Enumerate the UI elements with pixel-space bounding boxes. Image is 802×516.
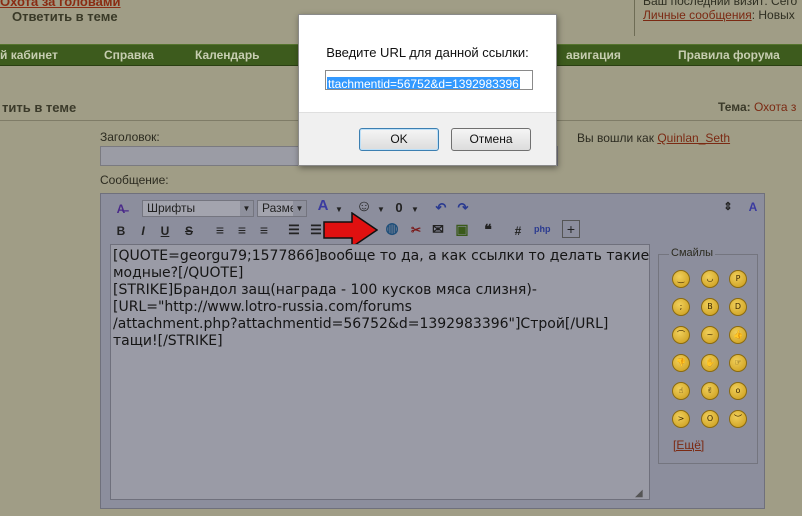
smilies-legend: Смайлы	[669, 247, 716, 259]
private-messages-link[interactable]: Личные сообщения	[643, 8, 752, 22]
expand-toolbar-icon[interactable]: +	[562, 220, 580, 238]
switch-mode-icon[interactable]: A	[744, 198, 762, 216]
resize-grip-icon[interactable]: ◢	[635, 485, 647, 499]
tongue-icon[interactable]: P	[729, 270, 747, 288]
forum-page: Охота за головами Ответить в теме Ваш по…	[0, 0, 802, 516]
cool-icon[interactable]: B	[701, 298, 719, 316]
url-input[interactable]: ttachmentid=56752&d=1392983396	[325, 70, 533, 90]
message-line: тащи![/STRIKE]	[113, 333, 223, 349]
confused-icon[interactable]: ~	[701, 326, 719, 344]
theme-link[interactable]: Охота з	[754, 100, 796, 114]
private-messages-line: Личные сообщения: Новых	[643, 8, 795, 22]
smile-icon[interactable]: ‿	[672, 270, 690, 288]
ok-button[interactable]: OK	[359, 128, 439, 151]
dialog-prompt: Введите URL для данной ссылки:	[326, 45, 529, 60]
username-link[interactable]: Quinlan_Seth	[657, 131, 730, 145]
undo-icon[interactable]: ↶	[434, 199, 448, 217]
message-label: Сообщение:	[100, 173, 169, 187]
biggrin-icon[interactable]: ◡	[701, 270, 719, 288]
message-line: модные?[/QUOTE]	[113, 265, 244, 281]
resize-editor-icon[interactable]: ⇕	[722, 198, 734, 216]
align-center-icon[interactable]: ≡	[234, 221, 250, 239]
user-panel: Ваш последний визит: Сего Личные сообщен…	[634, 0, 802, 36]
new-messages-label: : Новых	[751, 8, 795, 22]
section-theme: Тема: Охота з	[718, 100, 796, 114]
nav-item-rules[interactable]: Правила форума	[678, 48, 780, 62]
size-select-value: Разме	[262, 201, 297, 215]
strike-button[interactable]: S	[182, 222, 196, 240]
align-right-icon[interactable]: ≡	[256, 221, 272, 239]
unlink-icon[interactable]: ✂	[407, 221, 425, 239]
cancel-button[interactable]: Отмена	[451, 128, 531, 151]
thumbsdown-icon[interactable]: 👎	[672, 354, 690, 372]
quote-icon[interactable]: ❝	[480, 220, 496, 238]
stop-icon[interactable]: ✋	[701, 354, 719, 372]
forum-link[interactable]: Охота за головами	[0, 0, 121, 9]
rolleyes-icon[interactable]: o	[729, 382, 747, 400]
insert-image-icon[interactable]: ▣	[453, 220, 471, 238]
smilies-panel: Смайлы ‿ ◡ P ; B D ⌒ ~ 👍 👎 ✋ ☞ ☝ ✌ o > O…	[658, 247, 758, 464]
size-select[interactable]: Разме ▼	[257, 200, 307, 217]
more-smilies: [Ещё]	[673, 438, 704, 452]
wink-icon[interactable]: ;	[672, 298, 690, 316]
peace-icon[interactable]: ✌	[701, 382, 719, 400]
dialog-footer: OK Отмена	[299, 112, 556, 165]
theme-label: Тема:	[718, 100, 751, 114]
eek-icon[interactable]: O	[701, 410, 719, 428]
url-prompt-dialog: Введите URL для данной ссылки: ttachment…	[298, 14, 557, 166]
section-reply-title: тить в теме	[2, 100, 77, 115]
url-input-value: ttachmentid=56752&d=1392983396	[327, 77, 520, 90]
forum-header: Охота за головами Ответить в теме	[0, 0, 300, 40]
php-icon[interactable]: php	[534, 220, 551, 238]
code-button[interactable]: #	[511, 222, 525, 240]
redo-icon[interactable]: ↷	[456, 199, 470, 217]
attach-icon[interactable]: 0	[392, 199, 406, 217]
frown-icon[interactable]: ⌒	[672, 326, 690, 344]
point-icon[interactable]: ☞	[729, 354, 747, 372]
nav-item-help[interactable]: Справка	[104, 48, 154, 62]
align-left-icon[interactable]: ≡	[212, 221, 228, 239]
message-line: [STRIKE]Брандол защ(награда - 100 кусков…	[113, 282, 537, 298]
chevron-down-icon[interactable]: ▼	[410, 201, 420, 219]
thumbsup-icon[interactable]: 👍	[729, 326, 747, 344]
nav-item-navigation[interactable]: авигация	[566, 48, 621, 62]
chevron-down-icon: ▼	[293, 201, 306, 216]
more-smilies-link[interactable]: [Ещё]	[673, 438, 704, 452]
nav-item-calendar[interactable]: Календарь	[195, 48, 260, 62]
message-line: [URL="http://www.lotro-russia.com/forums	[113, 299, 412, 315]
victory-icon[interactable]: ☝	[672, 382, 690, 400]
red-arrow-annotation	[323, 212, 378, 248]
font-select[interactable]: Шрифты ▼	[142, 200, 254, 217]
angry-icon[interactable]: >	[672, 410, 690, 428]
underline-button[interactable]: U	[158, 222, 172, 240]
remove-format-icon[interactable]: A̶	[112, 200, 130, 218]
laugh-icon[interactable]: D	[729, 298, 747, 316]
italic-button[interactable]: I	[136, 222, 150, 240]
message-line: /attachment.php?attachmentid=56752&d=139…	[113, 316, 609, 332]
nav-item-cabinet[interactable]: й кабинет	[0, 48, 58, 62]
last-visit-text: Ваш последний визит: Сего	[643, 0, 798, 8]
sad-icon[interactable]: ︶	[729, 410, 747, 428]
logged-in-prefix: Вы вошли как	[577, 131, 654, 145]
reply-heading: Ответить в теме	[12, 9, 118, 24]
insert-link-icon[interactable]: ◍	[383, 220, 401, 238]
message-line: [QUOTE=georgu79;1577866]вообще то да, а …	[113, 248, 650, 264]
ordered-list-icon[interactable]: ☰	[286, 221, 302, 239]
title-label: Заголовок:	[100, 130, 160, 144]
insert-email-icon[interactable]: ✉	[430, 220, 446, 238]
chevron-down-icon: ▼	[240, 201, 253, 216]
font-select-value: Шрифты	[147, 201, 196, 215]
bold-button[interactable]: B	[114, 222, 128, 240]
logged-in-info: Вы вошли как Quinlan_Seth	[577, 131, 730, 145]
message-textarea[interactable]: [QUOTE=georgu79;1577866]вообще то да, а …	[110, 244, 650, 500]
